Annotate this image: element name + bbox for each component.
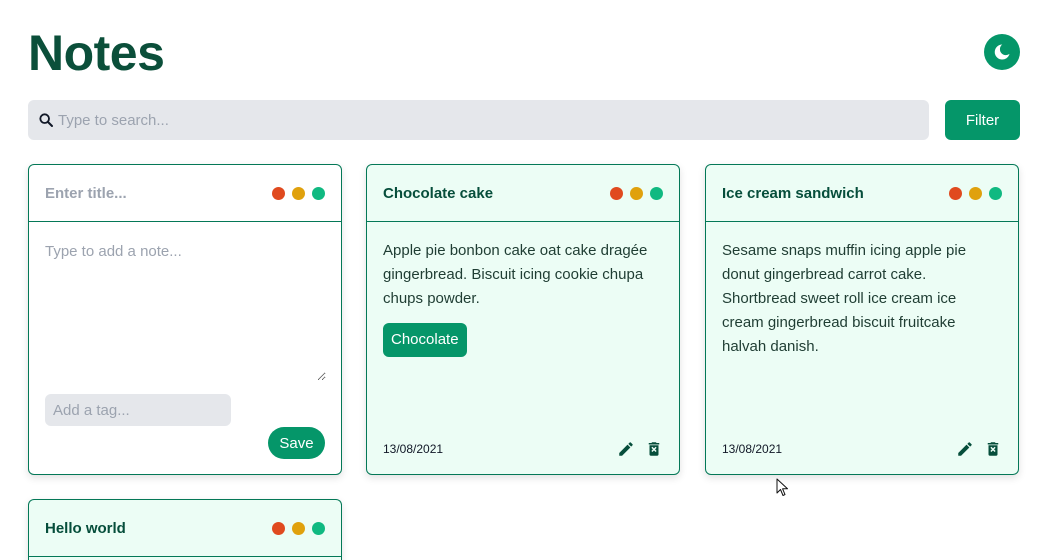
page-title: Notes xyxy=(28,25,165,81)
color-yellow-dot[interactable] xyxy=(292,521,305,535)
note-header: Chocolate cake xyxy=(367,165,679,222)
color-picker xyxy=(949,186,1002,200)
color-red-dot[interactable] xyxy=(610,186,623,200)
moon-icon xyxy=(994,44,1010,60)
note-footer: 13/08/2021 xyxy=(383,440,663,458)
note-body: Apple pie bonbon cake oat cake dragée gi… xyxy=(367,222,679,357)
color-picker xyxy=(610,186,663,200)
note-footer: 13/08/2021 xyxy=(722,440,1002,458)
delete-icon[interactable] xyxy=(645,440,663,458)
title-input[interactable] xyxy=(45,184,245,202)
search-bar[interactable] xyxy=(28,100,929,140)
note-text: Apple pie bonbon cake oat cake dragée gi… xyxy=(383,242,648,307)
note-tag[interactable]: Chocolate xyxy=(383,323,467,357)
note-textarea[interactable] xyxy=(45,240,326,381)
color-green-dot[interactable] xyxy=(650,186,663,200)
dark-mode-toggle[interactable] xyxy=(984,34,1020,70)
color-yellow-dot[interactable] xyxy=(630,186,643,200)
search-input[interactable] xyxy=(58,111,898,129)
edit-icon[interactable] xyxy=(617,440,635,458)
color-green-dot[interactable] xyxy=(989,186,1002,200)
note-title: Chocolate cake xyxy=(383,184,494,202)
note-text: Sesame snaps muffin icing apple pie donu… xyxy=(722,242,967,355)
note-title: Ice cream sandwich xyxy=(722,184,864,202)
note-card[interactable]: Hello world xyxy=(28,499,342,560)
note-date: 13/08/2021 xyxy=(722,442,783,456)
color-red-dot[interactable] xyxy=(949,186,962,200)
color-yellow-dot[interactable] xyxy=(292,186,305,200)
tag-input[interactable] xyxy=(45,394,231,426)
note-header: Hello world xyxy=(29,500,341,557)
filter-button[interactable]: Filter xyxy=(945,100,1020,140)
new-note-header xyxy=(29,165,341,222)
mouse-cursor-icon xyxy=(776,478,788,496)
note-date: 13/08/2021 xyxy=(383,442,444,456)
color-picker xyxy=(272,186,325,200)
new-note-card: Save xyxy=(28,164,342,475)
color-red-dot[interactable] xyxy=(272,521,285,535)
color-red-dot[interactable] xyxy=(272,186,285,200)
note-body: Sesame snaps muffin icing apple pie donu… xyxy=(706,222,1018,359)
note-title: Hello world xyxy=(45,519,126,537)
note-card[interactable]: Chocolate cake Apple pie bonbon cake oat… xyxy=(366,164,680,475)
color-green-dot[interactable] xyxy=(312,521,325,535)
color-green-dot[interactable] xyxy=(312,186,325,200)
edit-icon[interactable] xyxy=(956,440,974,458)
note-header: Ice cream sandwich xyxy=(706,165,1018,222)
search-icon xyxy=(39,113,53,127)
save-button[interactable]: Save xyxy=(268,427,325,459)
note-card[interactable]: Ice cream sandwich Sesame snaps muffin i… xyxy=(705,164,1019,475)
delete-icon[interactable] xyxy=(984,440,1002,458)
color-yellow-dot[interactable] xyxy=(969,186,982,200)
color-picker xyxy=(272,521,325,535)
